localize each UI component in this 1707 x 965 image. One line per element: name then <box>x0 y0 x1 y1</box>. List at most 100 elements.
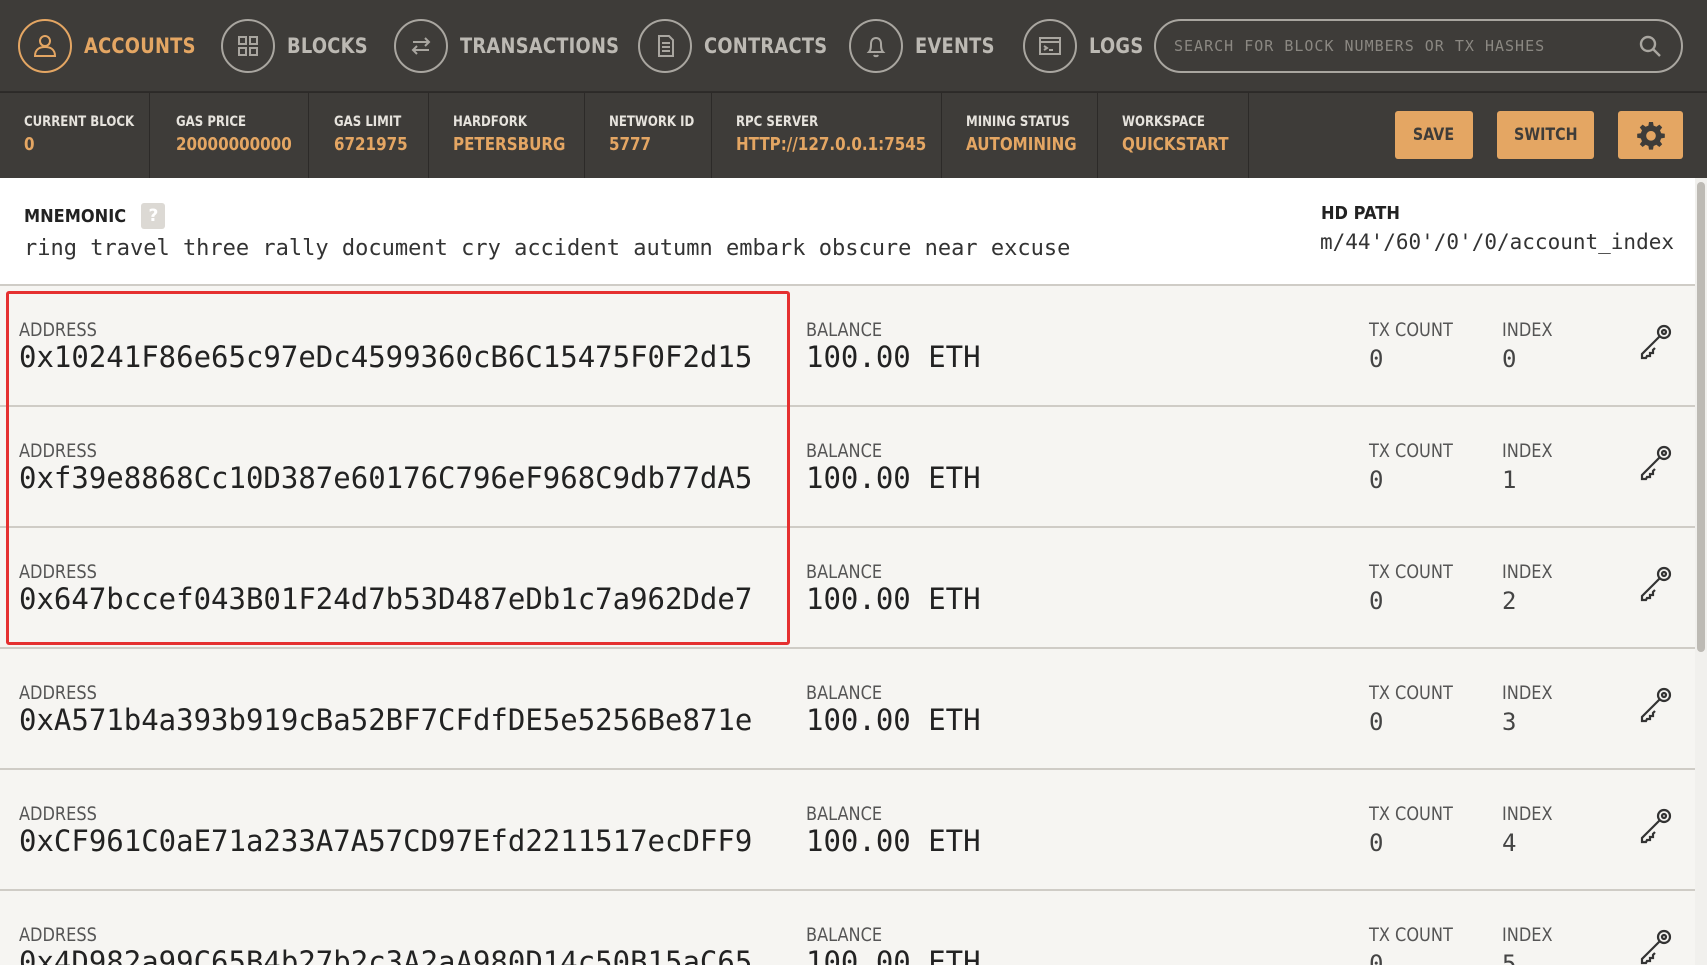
index-value: 2 <box>1502 587 1517 615</box>
help-icon[interactable]: ? <box>141 203 166 229</box>
balance-label: BALANCE <box>806 924 883 946</box>
tx-count-label: TX COUNT <box>1369 319 1453 341</box>
index-value: 0 <box>1502 345 1517 373</box>
nav-events[interactable]: EVENTS <box>849 19 1009 73</box>
mnemonic-words: ring travel three rally document cry acc… <box>24 236 1071 261</box>
stat-mining-status: MINING STATUS AUTOMINING <box>942 93 1098 179</box>
index-label: INDEX <box>1502 803 1553 825</box>
balance-value: 100.00 ETH <box>806 824 981 858</box>
tx-count-value: 0 <box>1369 345 1384 373</box>
search-input[interactable] <box>1174 37 1637 55</box>
user-icon <box>18 19 72 73</box>
contracts-icon <box>638 19 692 73</box>
stat-network-id: NETWORK ID 5777 <box>585 93 712 179</box>
network-id-value: 5777 <box>609 134 652 155</box>
key-icon[interactable] <box>1634 685 1674 725</box>
nav-logs[interactable]: LOGS <box>1023 19 1153 73</box>
stat-gas-limit: GAS LIMIT 6721975 <box>309 93 429 179</box>
index-label: INDEX <box>1502 924 1553 946</box>
account-row[interactable]: ADDRESS 0xf39e8868Cc10D387e60176C796eF96… <box>0 407 1695 528</box>
address-value: 0x4D982a99C65B4b27b2c3A2aA980D14c50B15aC… <box>19 945 753 965</box>
top-navigation: ACCOUNTS BLOCKS TRANSACTIONS CONTRACTS E… <box>0 0 1707 92</box>
account-row[interactable]: ADDRESS 0x4D982a99C65B4b27b2c3A2aA980D14… <box>0 891 1695 965</box>
account-row[interactable]: ADDRESS 0xA571b4a393b919cBa52BF7CFdfDE5e… <box>0 649 1695 770</box>
key-icon[interactable] <box>1634 564 1674 604</box>
workspace-value: QUICKSTART <box>1122 134 1229 155</box>
search-icon[interactable] <box>1637 33 1663 59</box>
current-block-value: 0 <box>24 134 35 155</box>
tx-count-label: TX COUNT <box>1369 924 1453 946</box>
index-label: INDEX <box>1502 682 1553 704</box>
tx-count-value: 0 <box>1369 950 1384 965</box>
balance-label: BALANCE <box>806 561 883 583</box>
address-value: 0x647bccef043B01F24d7b53D487eDb1c7a962Dd… <box>19 582 753 616</box>
accounts-list: ADDRESS 0x10241F86e65c97eDc4599360cB6C15… <box>0 286 1695 965</box>
gas-limit-label: GAS LIMIT <box>334 114 402 130</box>
mnemonic-title: MNEMONIC ? <box>24 203 166 229</box>
scrollbar[interactable] <box>1695 178 1707 965</box>
index-value: 3 <box>1502 708 1517 736</box>
mnemonic-title-label: MNEMONIC <box>24 205 127 227</box>
address-label: ADDRESS <box>19 561 97 583</box>
transactions-icon <box>394 19 448 73</box>
tx-count-label: TX COUNT <box>1369 440 1453 462</box>
balance-value: 100.00 ETH <box>806 461 981 495</box>
nav-contracts[interactable]: CONTRACTS <box>638 19 849 73</box>
switch-button[interactable]: SWITCH <box>1497 111 1594 159</box>
balance-value: 100.00 ETH <box>806 703 981 737</box>
nav-transactions-label: TRANSACTIONS <box>460 34 620 58</box>
search-bar[interactable] <box>1154 19 1683 73</box>
nav-blocks[interactable]: BLOCKS <box>221 19 382 73</box>
key-icon[interactable] <box>1634 322 1674 362</box>
index-value: 5 <box>1502 950 1517 965</box>
hd-path-title: HD PATH <box>1321 203 1400 224</box>
workspace-label: WORKSPACE <box>1122 114 1205 130</box>
nav-transactions[interactable]: TRANSACTIONS <box>394 19 647 73</box>
save-button[interactable]: SAVE <box>1395 111 1473 159</box>
rpc-server-label: RPC SERVER <box>736 114 819 130</box>
logs-icon <box>1023 19 1077 73</box>
tx-count-label: TX COUNT <box>1369 682 1453 704</box>
switch-button-label: SWITCH <box>1513 125 1578 145</box>
account-row[interactable]: ADDRESS 0x647bccef043B01F24d7b53D487eDb1… <box>0 528 1695 649</box>
address-value: 0xCF961C0aE71a233A7A57CD97Efd2211517ecDF… <box>19 824 753 858</box>
stat-gas-price: GAS PRICE 20000000000 <box>150 93 309 179</box>
hd-path-value: m/44'/60'/0'/0/account_index <box>1320 230 1675 254</box>
index-value: 4 <box>1502 829 1517 857</box>
key-icon[interactable] <box>1634 443 1674 483</box>
address-value: 0xA571b4a393b919cBa52BF7CFdfDE5e5256Be87… <box>19 703 753 737</box>
key-icon[interactable] <box>1634 806 1674 846</box>
index-label: INDEX <box>1502 319 1553 341</box>
stat-workspace: WORKSPACE QUICKSTART <box>1098 93 1249 179</box>
settings-button[interactable] <box>1618 111 1683 159</box>
tx-count-value: 0 <box>1369 829 1384 857</box>
scrollbar-thumb[interactable] <box>1697 182 1705 652</box>
mining-status-value: AUTOMINING <box>966 134 1077 155</box>
nav-accounts-label: ACCOUNTS <box>84 34 196 58</box>
mnemonic-section: MNEMONIC ? ring travel three rally docum… <box>0 178 1695 286</box>
address-label: ADDRESS <box>19 924 97 946</box>
index-label: INDEX <box>1502 440 1553 462</box>
gas-price-value: 20000000000 <box>176 134 292 155</box>
hardfork-value: PETERSBURG <box>453 134 566 155</box>
nav-accounts[interactable]: ACCOUNTS <box>18 19 215 73</box>
balance-value: 100.00 ETH <box>806 945 981 965</box>
account-row[interactable]: ADDRESS 0x10241F86e65c97eDc4599360cB6C15… <box>0 286 1695 407</box>
mining-status-label: MINING STATUS <box>966 114 1070 130</box>
balance-label: BALANCE <box>806 440 883 462</box>
key-icon[interactable] <box>1634 927 1674 965</box>
rpc-server-value: HTTP://127.0.0.1:7545 <box>736 134 927 155</box>
index-value: 1 <box>1502 466 1517 494</box>
balance-label: BALANCE <box>806 682 883 704</box>
gear-icon <box>1636 122 1665 150</box>
address-label: ADDRESS <box>19 440 97 462</box>
nav-blocks-label: BLOCKS <box>287 34 368 58</box>
gas-limit-value: 6721975 <box>334 134 408 155</box>
status-bar: CURRENT BLOCK 0 GAS PRICE 20000000000 GA… <box>0 92 1707 179</box>
blocks-icon <box>221 19 275 73</box>
balance-value: 100.00 ETH <box>806 582 981 616</box>
index-label: INDEX <box>1502 561 1553 583</box>
hardfork-label: HARDFORK <box>453 114 527 130</box>
account-row[interactable]: ADDRESS 0xCF961C0aE71a233A7A57CD97Efd221… <box>0 770 1695 891</box>
save-button-label: SAVE <box>1413 125 1455 145</box>
